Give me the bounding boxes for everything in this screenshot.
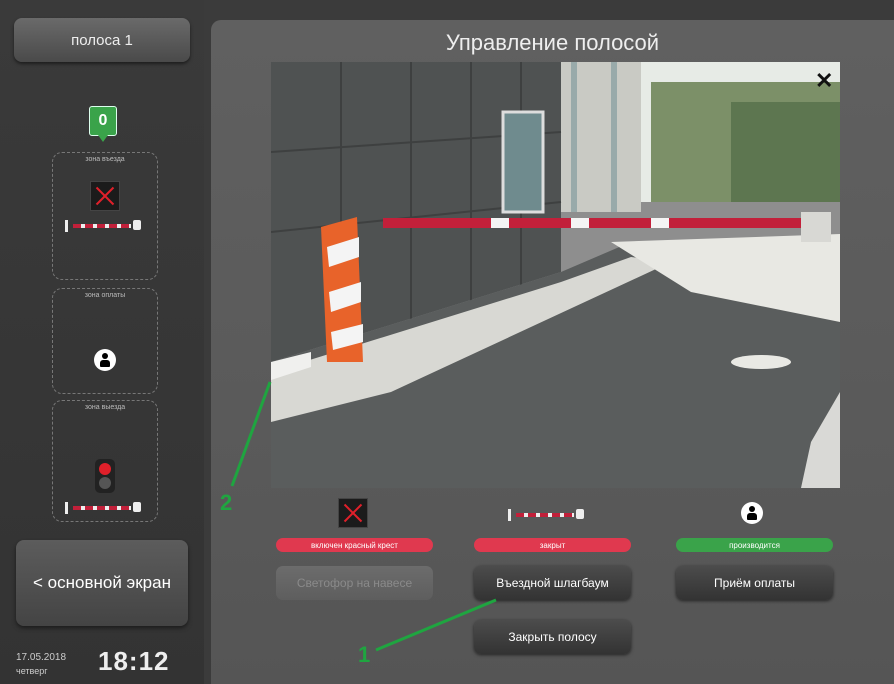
annotation-2: 2	[220, 490, 233, 515]
annotation-lines	[230, 381, 497, 652]
annotation-1: 1	[358, 642, 371, 667]
